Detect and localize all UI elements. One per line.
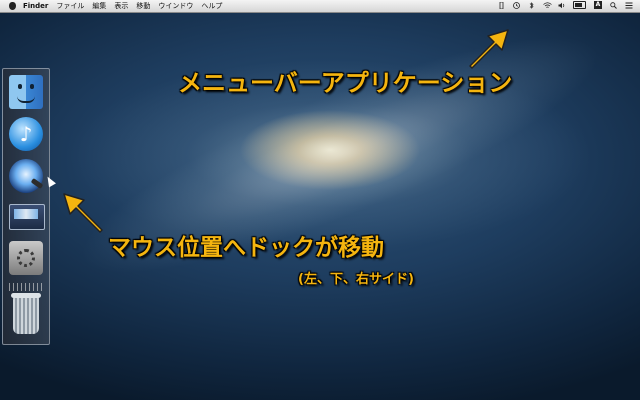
dock-divider [9,283,43,291]
dock-sides-annotation: (左、下、右サイド) [298,272,414,287]
dock-move-annotation: マウス位置へドックが移動 [108,235,384,261]
menu-edit[interactable]: 編集 [92,1,106,11]
trash-icon[interactable] [11,293,41,334]
system-preferences-icon[interactable] [9,241,43,275]
menu-bar: Finder ファイル 編集 表示 移動 ウインドウ ヘルプ A [0,0,640,13]
volume-icon[interactable] [558,2,565,9]
menu-app-name[interactable]: Finder [23,2,48,10]
time-machine-icon[interactable] [513,1,520,9]
menu-view[interactable]: 表示 [114,1,128,11]
apple-menu-icon[interactable] [9,2,16,10]
notification-center-icon[interactable] [625,2,633,9]
status-area: A [498,1,633,9]
menu-file[interactable]: ファイル [56,1,84,11]
menu-window[interactable]: ウインドウ [158,1,193,11]
menubar-app-annotation: メニューバーアプリケーション [178,69,513,97]
itunes-icon[interactable]: ♪ [9,117,43,151]
dock: ♪ [2,68,50,345]
battery-icon[interactable] [573,1,586,9]
search-icon[interactable] [610,1,617,9]
input-method-icon[interactable]: A [594,1,602,9]
bluetooth-icon[interactable] [528,1,535,9]
finder-icon[interactable] [9,75,43,109]
menu-go[interactable]: 移動 [136,1,150,11]
wifi-icon[interactable] [543,1,552,9]
mission-control-icon[interactable] [9,204,45,230]
dock-status-icon[interactable] [498,1,505,9]
arrow-up-left-icon [63,193,103,233]
menu-help[interactable]: ヘルプ [201,1,222,11]
quicktime-icon[interactable] [9,159,43,193]
